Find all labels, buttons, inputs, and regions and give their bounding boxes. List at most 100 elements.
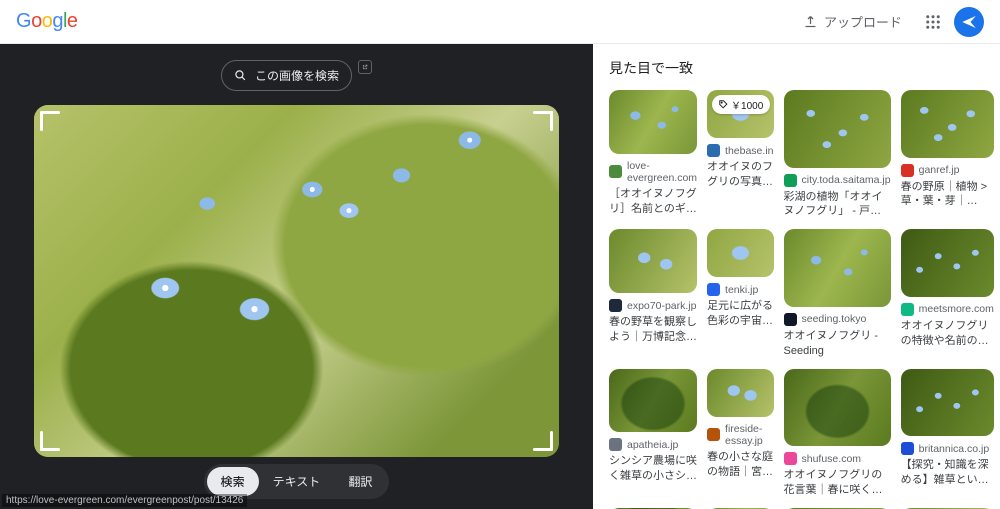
result-thumbnail[interactable] (901, 369, 994, 437)
result-domain: expo70-park.jp (627, 300, 696, 312)
result-card[interactable]: expo70-park.jp 春の野草を観察しよう｜万博記念公園 (609, 229, 697, 358)
crop-handle-tr[interactable] (527, 111, 553, 137)
result-source: tenki.jp (707, 283, 773, 296)
result-source: shufuse.com (784, 452, 891, 465)
avatar-icon (960, 13, 978, 31)
result-title: 彩湖の植物「オオイヌノフグリ」 - 戸田市公式… (784, 190, 891, 220)
result-source: city.toda.saitama.jp (784, 174, 891, 187)
result-thumbnail[interactable]: ￥1000 (707, 90, 773, 138)
search-this-image-label: この画像を検索 (255, 67, 339, 84)
favicon (901, 442, 914, 455)
result-source: love-evergreen.com (609, 160, 697, 184)
result-title: 春の野草を観察しよう｜万博記念公園 (609, 315, 697, 345)
favicon (609, 299, 622, 312)
result-thumbnail[interactable] (784, 90, 891, 168)
result-card[interactable]: city.toda.saitama.jp 彩湖の植物「オオイヌノフグリ」 - 戸田… (784, 90, 891, 219)
google-logo[interactable]: Google (16, 10, 78, 33)
result-card[interactable]: britannica.co.jp 【探究・知識を深める】雑草という名の草は無… (901, 369, 994, 498)
result-card[interactable]: meetsmore.com オオイヌノフグリの特徴や名前の由来を解説！… (901, 229, 994, 358)
result-source: fireside-essay.jp (707, 423, 773, 447)
result-source: ganref.jp (901, 164, 994, 177)
result-title: オオイヌのフグリの写真02 (707, 160, 773, 190)
favicon (901, 164, 914, 177)
price-chip: ￥1000 (712, 95, 770, 114)
result-card[interactable]: fireside-essay.jp 春の小さな庭の物語｜宮崎学フォトエッセイ・… (707, 369, 773, 498)
result-domain: city.toda.saitama.jp (802, 174, 891, 186)
result-card[interactable]: ganref.jp 春の野原｜植物 > 草・葉・芽｜GANREF (901, 90, 994, 219)
favicon (784, 174, 797, 187)
favicon (707, 144, 720, 157)
favicon (609, 438, 622, 451)
apps-icon[interactable] (924, 13, 942, 31)
result-thumbnail[interactable] (901, 90, 994, 158)
header: Google アップロード (0, 0, 1000, 44)
source-image[interactable] (34, 105, 559, 457)
favicon (784, 452, 797, 465)
result-domain: fireside-essay.jp (725, 423, 773, 447)
open-external-icon (362, 61, 368, 73)
favicon (707, 428, 720, 441)
crop-handle-bl[interactable] (40, 425, 66, 451)
upload-icon (803, 14, 818, 29)
results-title: 見た目で一致 (609, 58, 984, 78)
result-title: ［オオイヌノフグリ］名前とのギャップが大き… (609, 187, 697, 217)
results-grid: love-evergreen.com ［オオイヌノフグリ］名前とのギャップが大き…… (609, 90, 984, 509)
result-thumbnail[interactable] (609, 369, 697, 433)
open-source-button[interactable] (358, 60, 372, 74)
result-title: オオイヌノフグリの花言葉｜春に咲く小さな青… (784, 468, 891, 498)
result-source: meetsmore.com (901, 303, 994, 316)
favicon (707, 283, 720, 296)
result-thumbnail[interactable] (707, 369, 773, 417)
result-title: 【探究・知識を深める】雑草という名の草は無… (901, 458, 994, 488)
mode-search-tab[interactable]: 検索 (207, 467, 259, 496)
result-source: expo70-park.jp (609, 299, 697, 312)
result-domain: shufuse.com (802, 453, 862, 465)
result-thumbnail[interactable] (901, 229, 994, 297)
result-thumbnail[interactable] (707, 229, 773, 277)
favicon (901, 303, 914, 316)
favicon (784, 313, 797, 326)
result-title: 春の野原｜植物 > 草・葉・芽｜GANREF (901, 180, 994, 210)
result-card[interactable]: shufuse.com オオイヌノフグリの花言葉｜春に咲く小さな青… (784, 369, 891, 498)
result-card[interactable]: apatheia.jp シンシア農場に咲く雑草の小さシンシア農場に… (609, 369, 697, 498)
result-title: シンシア農場に咲く雑草の小さシンシア農場に… (609, 454, 697, 484)
result-domain: ganref.jp (919, 164, 960, 176)
result-card[interactable]: seeding.tokyo オオイヌノフグリ - Seeding (784, 229, 891, 358)
result-card[interactable]: tenki.jp 足元に広がる色彩の宇宙。春の小さな野の花… (707, 229, 773, 358)
result-card[interactable]: ￥1000 thebase.in オオイヌのフグリの写真02 (707, 90, 773, 219)
result-domain: love-evergreen.com (627, 160, 697, 184)
result-domain: apatheia.jp (627, 439, 678, 451)
search-icon (234, 69, 247, 82)
crop-handle-tl[interactable] (40, 111, 66, 137)
mode-translate-tab[interactable]: 翻訳 (334, 467, 386, 496)
result-source: apatheia.jp (609, 438, 697, 451)
result-source: thebase.in (707, 144, 773, 157)
status-url: https://love-evergreen.com/evergreenpost… (2, 494, 247, 507)
result-title: 足元に広がる色彩の宇宙。春の小さな野の花… (707, 299, 773, 329)
profile-avatar[interactable] (954, 7, 984, 37)
result-title: オオイヌノフグリの特徴や名前の由来を解説！… (901, 319, 994, 349)
result-title: 春の小さな庭の物語｜宮崎学フォトエッセイ・… (707, 450, 773, 480)
result-domain: meetsmore.com (919, 303, 994, 315)
result-thumbnail[interactable] (784, 229, 891, 307)
lens-pane: この画像を検索 検索 テキスト 翻訳 https://love- (0, 44, 593, 509)
mode-text-tab[interactable]: テキスト (259, 467, 335, 496)
result-thumbnail[interactable] (784, 369, 891, 447)
result-domain: tenki.jp (725, 284, 758, 296)
upload-label: アップロード (824, 12, 902, 31)
result-domain: thebase.in (725, 145, 773, 157)
result-card[interactable]: love-evergreen.com ［オオイヌノフグリ］名前とのギャップが大き… (609, 90, 697, 219)
result-source: seeding.tokyo (784, 313, 891, 326)
results-pane[interactable]: 見た目で一致 love-evergreen.com ［オオイヌノフグリ］名前とのギ… (593, 44, 1000, 509)
tag-icon (719, 100, 728, 109)
upload-button[interactable]: アップロード (793, 6, 912, 37)
result-thumbnail[interactable] (609, 229, 697, 293)
crop-handle-br[interactable] (527, 425, 553, 451)
search-this-image-button[interactable]: この画像を検索 (221, 60, 352, 91)
result-source: britannica.co.jp (901, 442, 994, 455)
result-domain: britannica.co.jp (919, 443, 990, 455)
favicon (609, 165, 622, 178)
result-title: オオイヌノフグリ - Seeding (784, 329, 891, 359)
result-thumbnail[interactable] (609, 90, 697, 154)
result-domain: seeding.tokyo (802, 313, 867, 325)
